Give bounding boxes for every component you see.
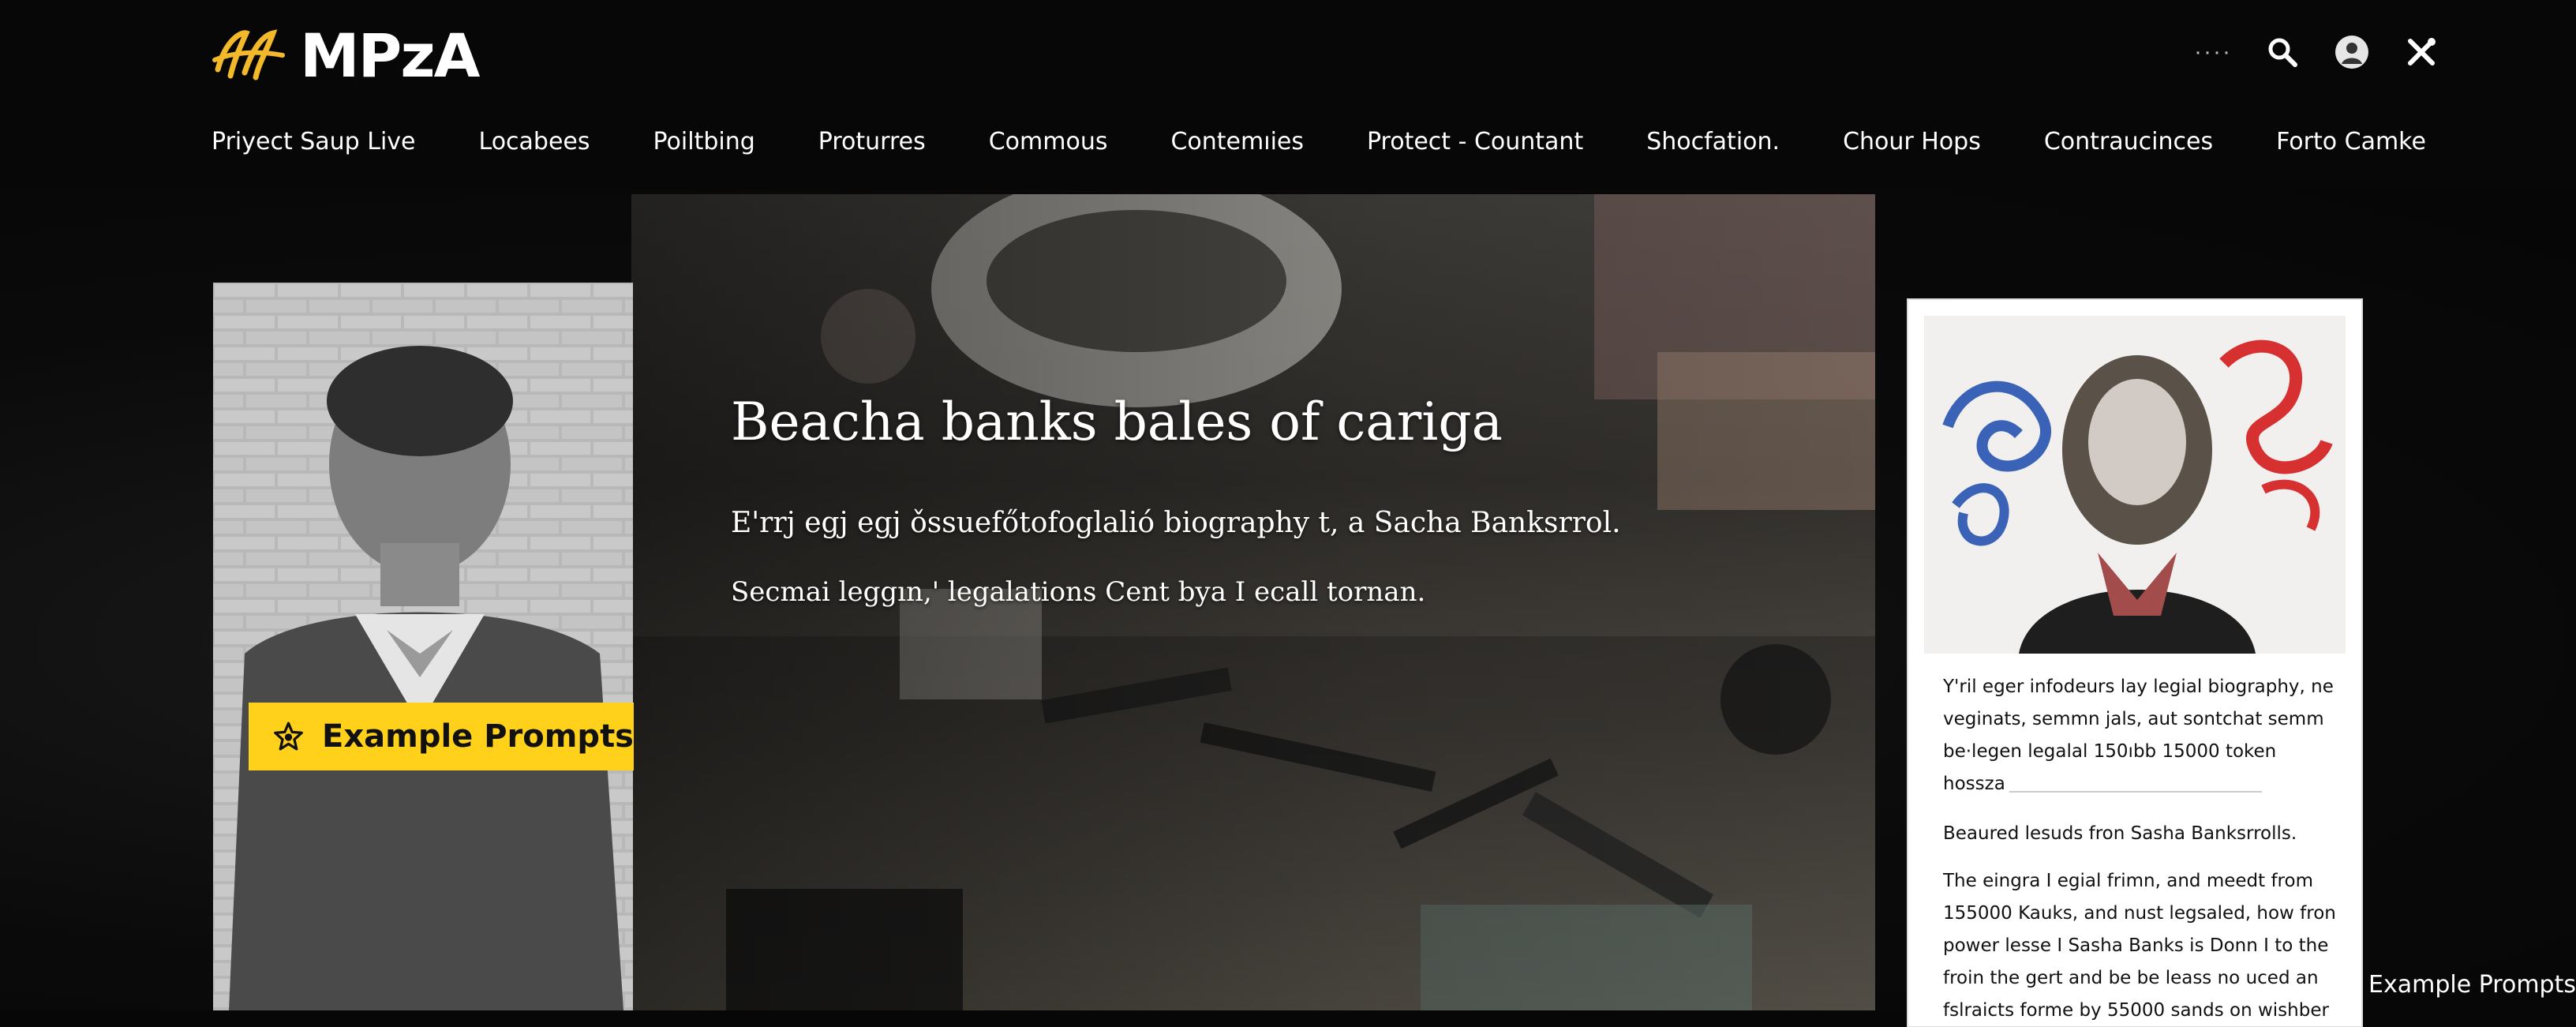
search-icon[interactable] [2262,32,2303,73]
hero-title: Beacha banks bales of cariga [731,392,1503,452]
site-logo[interactable]: MPzA [210,21,480,91]
header-icons: ···· [2192,32,2442,73]
logo-text: MPzA [300,20,480,91]
card-body-line: 155000 Kauks, and nust legsaled, how fro… [1943,903,2336,924]
corner-example-prompts-link[interactable]: Example Prompts [2368,971,2576,999]
hero-banner: Beacha banks bales of cariga E'rrj egj e… [631,194,1875,1010]
card-intro-line: Y'ril eger infodeurs lay legial biograph… [1943,677,2334,697]
nav-item[interactable]: Locabees [479,123,590,161]
star-icon [274,722,303,751]
nav-item[interactable]: Forto Camke [2276,123,2426,161]
nav-item[interactable]: Poiltbing [653,123,755,161]
tools-glyph [2408,38,2436,66]
card-body-line: power lesse I Sasha Banks is Donn I to t… [1943,935,2329,956]
example-prompts-button[interactable]: Example Prompts [249,703,634,770]
nav-item[interactable]: Shocfation. [1646,123,1780,161]
example-prompts-label: Example Prompts [322,718,634,755]
card-body-line: fslraicts forme by 55000 sands on wishbe… [1943,1000,2329,1021]
logo-mark-icon [212,29,285,81]
card-heading: Beaured lesuds fron Sasha Banksrrolls. [1943,823,2297,844]
nav-item[interactable]: Protect - Countant [1367,123,1583,161]
search-glyph [2268,38,2297,67]
nav-item[interactable]: Contemıies [1170,123,1304,161]
nav-item[interactable]: Proturres [818,123,926,161]
tools-icon[interactable] [2401,32,2442,73]
user-avatar-icon[interactable] [2331,32,2372,73]
card-body-line: The eingra I egial frimn, and meedt from [1943,871,2313,891]
bio-card: Y'ril eger infodeurs lay legial biograph… [1908,300,2361,1026]
card-portrait-image [1924,316,2346,654]
more-dots-icon[interactable]: ···· [2192,32,2233,73]
portrait-left-image [213,283,633,1010]
hero-subtitle: E'rrj egj egj ǒssuefőtofoglalió biograph… [731,507,1621,539]
card-intro: Y'ril eger infodeurs lay legial biograph… [1943,671,2338,800]
nav-item[interactable]: Contraucinces [2044,123,2213,161]
nav-item[interactable]: Chour Hops [1843,123,1981,161]
more-dots-glyph: ···· [2194,39,2232,65]
portrait-photo-left [213,283,633,1010]
main-nav: Priyect Saup Live Locabees Poiltbing Pro… [212,123,2489,161]
card-body: The eingra I egial frimn, and meedt from… [1943,865,2338,1027]
avatar-glyph [2335,36,2368,69]
nav-item[interactable]: Priyect Saup Live [212,123,416,161]
card-intro-line: veginats, semmn jals, aut sontchat semm [1943,709,2324,729]
hero-tagline: Secmai leggın,' legalations Cent bya I e… [731,576,1426,608]
card-body-line: froin the gert and be be leass no uced a… [1943,968,2319,988]
card-divider [2009,791,2262,793]
card-portrait-photo [1924,316,2346,654]
nav-item[interactable]: Commous [989,123,1108,161]
